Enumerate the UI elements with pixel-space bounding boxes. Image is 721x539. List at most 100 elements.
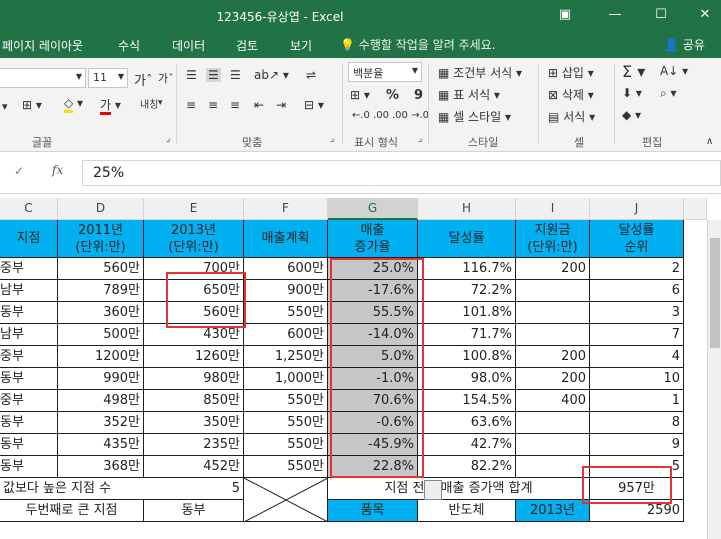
cell-achievement[interactable]: 63.6% <box>418 412 516 434</box>
cell-rank[interactable]: 6 <box>590 280 684 302</box>
tab-view[interactable]: 보기 <box>290 37 312 54</box>
cell-sales-plan[interactable]: 550만 <box>244 302 328 324</box>
cell-rank[interactable]: 10 <box>590 368 684 390</box>
delete-button[interactable]: ⊠ 삭제 ▾ <box>548 86 594 103</box>
find-select-icon[interactable]: ⌕ ▾ <box>660 86 677 101</box>
table-format-button[interactable]: ▦ 표 서식 ▾ <box>438 86 500 103</box>
font-name-box[interactable]: ▼ <box>0 68 86 88</box>
cell-rank[interactable]: 9 <box>590 434 684 456</box>
chevron-down-icon[interactable]: ▾ <box>158 98 163 108</box>
cell-sales-plan[interactable]: 1,250만 <box>244 346 328 368</box>
cell-subsidy[interactable]: 400 <box>516 390 590 412</box>
tab-data[interactable]: 데이터 <box>172 37 205 54</box>
header-cell-sales-2011[interactable]: 2011년 (단위:만) <box>58 220 144 258</box>
summary-label-2[interactable]: 두번째로 큰 지점 <box>0 500 144 522</box>
cell-sales-2013[interactable]: 430만 <box>144 324 244 346</box>
cell-subsidy[interactable] <box>516 412 590 434</box>
cell-branch[interactable]: 남부 <box>0 324 58 346</box>
number-format-box[interactable]: 백분율 ▼ <box>348 62 422 82</box>
cell-sales-plan[interactable]: 600만 <box>244 324 328 346</box>
header-cell-sales-plan[interactable]: 매출계획 <box>244 220 328 258</box>
cell-sales-plan[interactable]: 550만 <box>244 456 328 478</box>
cell-subsidy[interactable] <box>516 324 590 346</box>
fill-icon[interactable]: ⬇ ▾ <box>622 86 642 100</box>
cell-sales-2011[interactable]: 500만 <box>58 324 144 346</box>
header-cell-achievement[interactable]: 달성률 <box>418 220 516 258</box>
cell-achievement[interactable]: 72.2% <box>418 280 516 302</box>
item-value-cell[interactable]: 반도체 <box>418 500 516 522</box>
column-header-g[interactable]: G <box>328 198 418 220</box>
increase-font-icon[interactable]: 가ˆ <box>134 70 152 89</box>
cell-branch[interactable]: 동부 <box>0 368 58 390</box>
cell-achievement[interactable]: 71.7% <box>418 324 516 346</box>
align-middle-icon[interactable]: ☰ <box>206 68 221 82</box>
cell-sales-2013[interactable]: 650만 <box>144 280 244 302</box>
maximize-button[interactable]: ☐ <box>650 4 672 26</box>
border-icon[interactable]: ⊞ ▾ <box>22 98 42 112</box>
cell-branch[interactable]: 중부 <box>0 390 58 412</box>
percent-button[interactable]: % <box>386 88 399 103</box>
ribbon-display-icon[interactable]: ▣ <box>554 4 576 26</box>
cell-achievement[interactable]: 154.5% <box>418 390 516 412</box>
cell-subsidy[interactable] <box>516 302 590 324</box>
decrease-indent-icon[interactable]: ⇤ <box>254 98 264 112</box>
summary-value-2[interactable]: 동부 <box>144 500 244 522</box>
summary-total-label[interactable]: 지점 전체 매출 증가액 합계 <box>328 478 590 500</box>
cell-sales-2011[interactable]: 789만 <box>58 280 144 302</box>
summary-value-1[interactable]: 5 <box>144 478 244 500</box>
cell-rank[interactable]: 8 <box>590 412 684 434</box>
cell-growth-rate[interactable]: 70.6% <box>328 390 418 412</box>
align-bottom-icon[interactable]: ☰ <box>230 68 241 82</box>
header-cell-growth-rate[interactable]: 매출 증가율 <box>328 220 418 258</box>
decrease-decimal-icon[interactable]: .00 →.0 <box>392 110 429 121</box>
tab-page-layout[interactable]: 페이지 레이아웃 <box>2 37 83 54</box>
cell-branch[interactable]: 동부 <box>0 434 58 456</box>
currency-icon[interactable]: ⊞ ▾ <box>350 88 370 102</box>
summary-total-value[interactable]: 957만 <box>590 478 684 500</box>
cell-achievement[interactable]: 42.7% <box>418 434 516 456</box>
cell-sales-2011[interactable]: 435만 <box>58 434 144 456</box>
align-center-icon[interactable]: ≡ <box>208 98 218 112</box>
crossed-cell[interactable] <box>244 478 328 522</box>
collapse-ribbon-icon[interactable]: ∧ <box>706 136 713 147</box>
dialog-launcher-icon[interactable]: ⌟ <box>166 134 170 144</box>
formula-input[interactable]: 25% <box>82 160 721 186</box>
column-header-f[interactable]: F <box>244 198 328 220</box>
cell-sales-plan[interactable]: 600만 <box>244 258 328 280</box>
share-button[interactable]: 👤 공유 <box>664 36 705 53</box>
scrollbar-thumb[interactable] <box>710 238 720 348</box>
tab-review[interactable]: 검토 <box>236 37 258 54</box>
cell-subsidy[interactable] <box>516 280 590 302</box>
column-header-i[interactable]: I <box>516 198 590 220</box>
cell-growth-rate[interactable]: -17.6% <box>328 280 418 302</box>
cell-sales-plan[interactable]: 900만 <box>244 280 328 302</box>
paste-options-icon[interactable] <box>424 480 442 500</box>
align-top-icon[interactable]: ☰ <box>186 68 197 82</box>
cell-sales-plan[interactable]: 550만 <box>244 390 328 412</box>
header-cell-branch[interactable]: 지점 <box>0 220 58 258</box>
header-cell-sales-2013[interactable]: 2013년 (단위:만) <box>144 220 244 258</box>
underline-chevron-icon[interactable]: ▾ <box>2 100 8 113</box>
cell-rank[interactable]: 5 <box>590 456 684 478</box>
cell-sales-2011[interactable]: 498만 <box>58 390 144 412</box>
cell-sales-2013[interactable]: 700만 <box>144 258 244 280</box>
header-cell-subsidy[interactable]: 지원금 (단위:만) <box>516 220 590 258</box>
format-button[interactable]: ▤ 서식 ▾ <box>548 108 595 125</box>
wrap-text-icon[interactable]: ⇌ <box>306 68 316 82</box>
cell-sales-2013[interactable]: 1260만 <box>144 346 244 368</box>
cell-style-button[interactable]: ▦ 셀 스타일 ▾ <box>438 108 511 125</box>
cell-rank[interactable]: 2 <box>590 258 684 280</box>
cell-achievement[interactable]: 98.0% <box>418 368 516 390</box>
cell-achievement[interactable]: 100.8% <box>418 346 516 368</box>
cell-sales-2011[interactable]: 560만 <box>58 258 144 280</box>
cell-sales-plan[interactable]: 550만 <box>244 412 328 434</box>
cell-sales-2013[interactable]: 452만 <box>144 456 244 478</box>
decrease-font-icon[interactable]: 가ˇ <box>158 70 174 86</box>
cell-branch[interactable]: 중부 <box>0 258 58 280</box>
cell-branch[interactable]: 동부 <box>0 302 58 324</box>
cell-subsidy[interactable]: 200 <box>516 368 590 390</box>
cell-growth-rate[interactable]: 5.0% <box>328 346 418 368</box>
close-button[interactable]: ✕ <box>694 4 716 26</box>
font-size-box[interactable]: 11 ▼ <box>88 68 128 88</box>
cell-branch[interactable]: 중부 <box>0 346 58 368</box>
